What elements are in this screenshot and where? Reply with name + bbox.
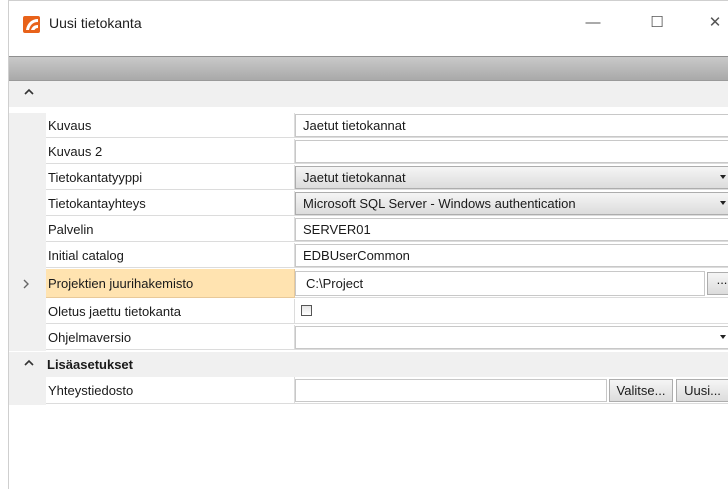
toolbar-strip [9, 56, 728, 81]
property-row-projektien-juurihakemisto[interactable]: Projektien juurihakemisto C:\Project ... [9, 269, 728, 299]
title-bar: Uusi tietokanta — ☐ ✕ [9, 1, 728, 45]
property-label: Kuvaus 2 [46, 139, 295, 164]
property-label: Projektien juurihakemisto [46, 269, 295, 298]
property-label: Ohjelmaversio [46, 325, 295, 350]
property-label: Tietokantayhteys [46, 191, 295, 216]
dropdown-arrow-icon[interactable] [720, 175, 726, 179]
close-button[interactable]: ✕ [703, 13, 727, 33]
property-row-tietokantatyyppi[interactable]: Tietokantatyyppi Jaetut tietokannat [9, 165, 728, 191]
dropdown-arrow-icon[interactable] [720, 201, 726, 205]
property-row-yhteystiedosto[interactable]: Yhteystiedosto Valitse... Uusi... [9, 377, 728, 405]
combo-value: Microsoft SQL Server - Windows authentic… [303, 196, 576, 211]
property-row-initial-catalog[interactable]: Initial catalog EDBUserCommon [9, 243, 728, 269]
property-row-palvelin[interactable]: Palvelin SERVER01 [9, 217, 728, 243]
app-logo-icon [23, 16, 40, 33]
category-label: Lisäasetukset [47, 357, 133, 372]
category-header-lisaasetukset[interactable]: Lisäasetukset [9, 352, 728, 377]
tietokantatyyppi-combo[interactable]: Jaetut tietokannat [295, 166, 728, 189]
initial-catalog-input[interactable]: EDBUserCommon [295, 244, 728, 267]
current-row-arrow-icon [23, 279, 29, 289]
category-header-main[interactable] [9, 81, 728, 107]
property-label: Oletus jaettu tietokanta [46, 299, 295, 324]
kuvaus-2-input[interactable] [295, 140, 728, 163]
tietokantayhteys-combo[interactable]: Microsoft SQL Server - Windows authentic… [295, 192, 728, 215]
dialog-window: Uusi tietokanta — ☐ ✕ Kuvaus Jaetut tiet… [8, 0, 728, 489]
property-row-kuvaus-2[interactable]: Kuvaus 2 [9, 139, 728, 165]
minimize-button[interactable]: — [581, 13, 605, 33]
property-grid: Kuvaus Jaetut tietokannat Kuvaus 2 Tieto… [9, 81, 728, 489]
property-label: Tietokantatyyppi [46, 165, 295, 190]
property-row-tietokantayhteys[interactable]: Tietokantayhteys Microsoft SQL Server - … [9, 191, 728, 217]
window-title: Uusi tietokanta [49, 15, 142, 31]
uusi-button[interactable]: Uusi... [676, 379, 728, 402]
oletus-jaettu-checkbox[interactable] [301, 305, 312, 316]
yhteystiedosto-input[interactable] [295, 379, 607, 402]
property-label: Kuvaus [46, 113, 295, 138]
property-label: Yhteystiedosto [46, 377, 295, 404]
kuvaus-input[interactable]: Jaetut tietokannat [295, 114, 728, 137]
palvelin-input[interactable]: SERVER01 [295, 218, 728, 241]
collapse-chevron-icon[interactable] [23, 357, 35, 369]
property-row-ohjelmaversio[interactable]: Ohjelmaversio [9, 325, 728, 351]
property-label: Initial catalog [46, 243, 295, 268]
property-label: Palvelin [46, 217, 295, 242]
property-row-kuvaus[interactable]: Kuvaus Jaetut tietokannat [9, 113, 728, 139]
browse-folder-button[interactable]: ... [707, 272, 728, 295]
ohjelmaversio-dropdown[interactable] [295, 326, 728, 349]
collapse-chevron-icon[interactable] [23, 86, 35, 98]
property-row-oletus-jaettu-tietokanta[interactable]: Oletus jaettu tietokanta [9, 299, 728, 325]
projektien-juurihakemisto-input[interactable]: C:\Project [295, 271, 705, 296]
valitse-button[interactable]: Valitse... [609, 379, 673, 402]
combo-value: Jaetut tietokannat [303, 170, 406, 185]
maximize-button[interactable]: ☐ [645, 13, 669, 33]
dropdown-arrow-icon[interactable] [720, 335, 726, 339]
